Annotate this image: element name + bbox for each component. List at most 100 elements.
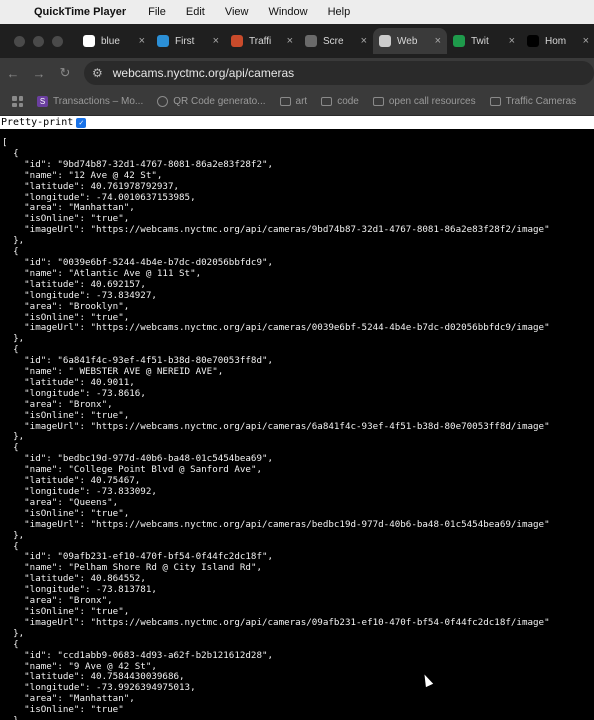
json-value: WEBSTER AVE @ NEREID AVE <box>73 366 213 378</box>
reload-icon[interactable]: ↻ <box>52 65 78 81</box>
menu-app-name[interactable]: QuickTime Player <box>34 6 126 18</box>
json-open-bracket: [ <box>2 137 592 149</box>
json-syntax: ", <box>212 366 224 378</box>
back-icon[interactable]: ← <box>0 66 26 81</box>
json-value: 40.864552 <box>90 573 141 585</box>
json-syntax: }, <box>2 715 24 720</box>
json-syntax: "name": " <box>2 464 74 476</box>
json-viewer: [ { "id": "9bd74b87-32d1-4767-8081-86a2e… <box>2 137 592 720</box>
json-syntax: "isOnline": " <box>2 704 97 716</box>
close-tab-icon[interactable]: × <box>435 35 441 47</box>
menu-edit[interactable]: Edit <box>186 6 205 18</box>
tab-0[interactable]: blue × <box>77 28 151 54</box>
tab-label: Web <box>397 35 418 47</box>
bookmark-item[interactable]: open call resources <box>372 96 476 107</box>
json-syntax: "area": " <box>2 693 74 705</box>
json-syntax: "imageUrl": " <box>2 616 97 628</box>
close-tab-icon[interactable]: × <box>287 35 293 47</box>
menu-file[interactable]: File <box>148 6 166 18</box>
apps-grid-icon[interactable] <box>12 96 23 107</box>
json-page: Pretty-print ✓ [ { "id": "9bd74b87-32d1-… <box>0 116 594 720</box>
bookmark-item[interactable]: S Transactions – Mo... <box>37 96 143 107</box>
bookmark-item[interactable]: code <box>321 96 359 107</box>
json-syntax: ", <box>262 551 274 563</box>
tab-2[interactable]: Traffi × <box>225 28 299 54</box>
bookmarks-bar: S Transactions – Mo... QR Code generato...… <box>0 88 594 116</box>
json-syntax: , <box>134 475 141 487</box>
menu-window[interactable]: Window <box>268 6 307 18</box>
json-syntax: ", <box>101 595 113 607</box>
camera-object-close: }, <box>2 530 592 542</box>
json-value: -74.0010637153985 <box>96 191 191 203</box>
json-value: -73.9926394975013 <box>96 682 191 694</box>
tab-6[interactable]: Hom × <box>521 28 594 54</box>
json-syntax: ", <box>118 409 130 421</box>
json-syntax: "name": " <box>2 366 74 378</box>
json-value: true <box>96 507 119 519</box>
json-value: 40.761978792937 <box>90 180 174 192</box>
bookmark-item[interactable]: QR Code generato... <box>157 96 266 107</box>
json-syntax: , <box>179 671 185 683</box>
bookmark-label: Transactions – Mo... <box>53 96 144 107</box>
json-syntax: ", <box>250 464 263 476</box>
camera-imageUrl: "imageUrl": "https://webcams.nyctmc.org/… <box>2 616 592 629</box>
s-icon: S <box>37 96 48 107</box>
google-icon <box>83 35 95 47</box>
tab-1[interactable]: First × <box>151 28 225 54</box>
pretty-print-toggle[interactable]: Pretty-print ✓ <box>0 116 594 129</box>
json-syntax: "longitude": <box>2 486 97 497</box>
address-url[interactable]: webcams.nyctmc.org/api/cameras <box>113 66 294 80</box>
close-tab-icon[interactable]: × <box>213 35 219 47</box>
tab-label: Scre <box>323 35 344 47</box>
json-syntax: "id": " <box>2 551 63 563</box>
globe-icon <box>157 35 169 47</box>
pretty-print-label: Pretty-print <box>1 117 74 128</box>
traffic-icon <box>231 35 243 47</box>
json-value: 12 Ave @ 42 St <box>73 169 152 181</box>
close-tab-icon[interactable]: × <box>583 35 589 47</box>
close-tab-icon[interactable]: × <box>139 35 145 47</box>
json-syntax: "id": " <box>2 256 63 268</box>
json-syntax: }, <box>2 235 25 247</box>
json-syntax: "longitude": <box>2 191 97 203</box>
folder-icon <box>321 97 333 106</box>
menu-help[interactable]: Help <box>328 6 351 18</box>
json-syntax: }, <box>2 333 25 345</box>
bookmark-item[interactable]: art <box>279 96 307 107</box>
tab-4[interactable]: Web × <box>373 28 447 54</box>
json-value: Queens <box>73 496 108 508</box>
address-bar[interactable]: ⚙ webcams.nyctmc.org/api/cameras <box>84 61 594 85</box>
tab-5[interactable]: Twit × <box>447 28 521 54</box>
pretty-print-checkbox[interactable]: ✓ <box>76 117 87 128</box>
json-syntax: "area": " <box>2 496 74 508</box>
json-syntax: { <box>2 638 19 650</box>
menu-view[interactable]: View <box>225 6 249 18</box>
json-value: 6a841f4c-93ef-4f51-b38d-80e70053ff8d <box>62 355 262 367</box>
json-syntax: "isOnline": " <box>2 605 97 617</box>
json-value: -73.813781 <box>96 584 152 596</box>
camera-imageUrl: "imageUrl": "https://webcams.nyctmc.org/… <box>2 519 592 531</box>
json-value: 40.9011 <box>90 376 130 388</box>
minimize-window-button[interactable] <box>33 35 44 47</box>
json-syntax: "latitude": <box>2 180 91 192</box>
json-syntax: , <box>151 486 157 497</box>
screen-icon <box>305 35 317 47</box>
folder-icon <box>279 97 291 106</box>
zoom-window-button[interactable] <box>52 35 63 47</box>
json-syntax: ", <box>262 355 274 367</box>
json-value: Brooklyn <box>73 300 119 312</box>
forward-icon[interactable]: → <box>26 66 52 81</box>
close-tab-icon[interactable]: × <box>509 35 515 47</box>
json-syntax: "name": " <box>2 169 74 181</box>
close-window-button[interactable] <box>14 35 25 47</box>
json-value: Manhattan <box>73 202 124 214</box>
bookmark-item[interactable]: Traffic Cameras <box>489 96 576 107</box>
json-syntax: "area": " <box>2 202 74 214</box>
site-info-icon[interactable]: ⚙ <box>92 66 103 80</box>
tab-3[interactable]: Scre × <box>299 28 373 54</box>
stack-icon <box>379 35 391 47</box>
close-tab-icon[interactable]: × <box>361 35 367 47</box>
json-syntax: "isOnline": " <box>2 213 97 225</box>
json-syntax: "imageUrl": " <box>2 322 97 334</box>
json-value: true <box>96 409 119 421</box>
